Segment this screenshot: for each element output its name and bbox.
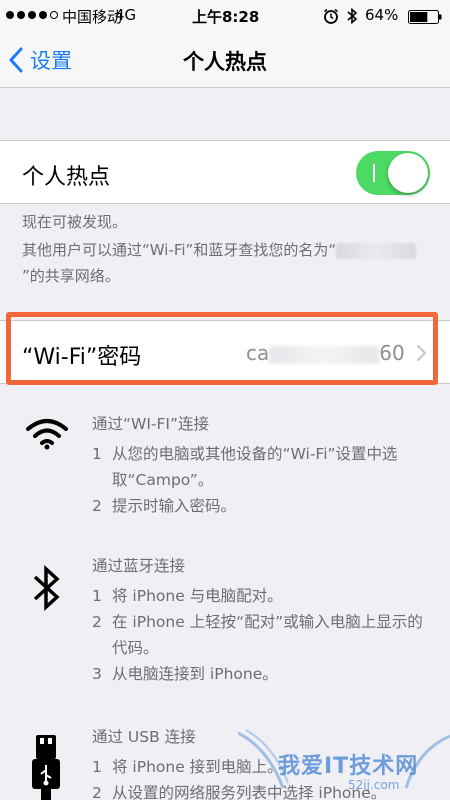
list-item: 3 从电脑连接到 iPhone。 (92, 665, 278, 683)
carrier-name: 中国移动 (62, 8, 123, 26)
wifi-instructions: 通过“WI-FI”连接 1 从您的电脑或其他设备的“Wi-Fi”设置中选取“Cam… (92, 411, 437, 519)
list-item: 2 提示时输入密码。 (92, 497, 237, 515)
redacted-name (336, 242, 417, 259)
bluetooth-instructions-title: 通过蓝牙连接 (92, 557, 186, 575)
list-item: 1将 iPhone 与电脑配对。 (92, 587, 283, 605)
list-item: 2在 iPhone 上轻按“配对”或输入电脑上显示的代码。 (92, 613, 423, 657)
usb-icon (32, 735, 60, 800)
signal-strength-icon (6, 11, 58, 19)
bluetooth-status-icon (347, 7, 358, 25)
status-bar: 中国移动 4G 上午8:28 64% (0, 0, 450, 32)
status-time: 上午8:28 (192, 8, 260, 26)
wifi-instructions-title: 通过“WI-FI”连接 (92, 415, 210, 433)
hotspot-label: 个人热点 (22, 165, 111, 190)
watermark-url: 52ij.com (348, 778, 400, 792)
page-title: 个人热点 (183, 50, 267, 74)
battery-icon (408, 10, 442, 24)
toggle-knob (388, 153, 428, 193)
list-item: 1 从您的电脑或其他设备的“Wi-Fi”设置中选取“Campo”。 (92, 445, 398, 489)
bluetooth-instructions: 通过蓝牙连接 1将 iPhone 与电脑配对。 2在 iPhone 上轻按“配对… (92, 553, 437, 687)
navigation-bar: 设置 个人热点 (0, 32, 450, 88)
watermark-text: 我爱IT技术网 (278, 754, 419, 779)
network-type: 4G (115, 6, 137, 24)
discoverable-note: 现在可被发现。 (22, 213, 128, 231)
share-network-note: 其他用户可以通过“Wi-Fi”和蓝牙查找您的名为“”的共享网络。 (22, 237, 417, 289)
watermark: 我爱IT技术网 52ij.com (238, 728, 450, 800)
bluetooth-icon (33, 565, 60, 611)
toggle-on-indicator (373, 164, 375, 182)
wifi-icon (26, 419, 68, 450)
highlight-frame (6, 312, 438, 385)
hotspot-toggle-row: 个人热点 (0, 140, 450, 204)
battery-percent: 64% (365, 6, 399, 24)
hotspot-toggle[interactable] (356, 151, 430, 195)
alarm-icon (324, 8, 338, 24)
